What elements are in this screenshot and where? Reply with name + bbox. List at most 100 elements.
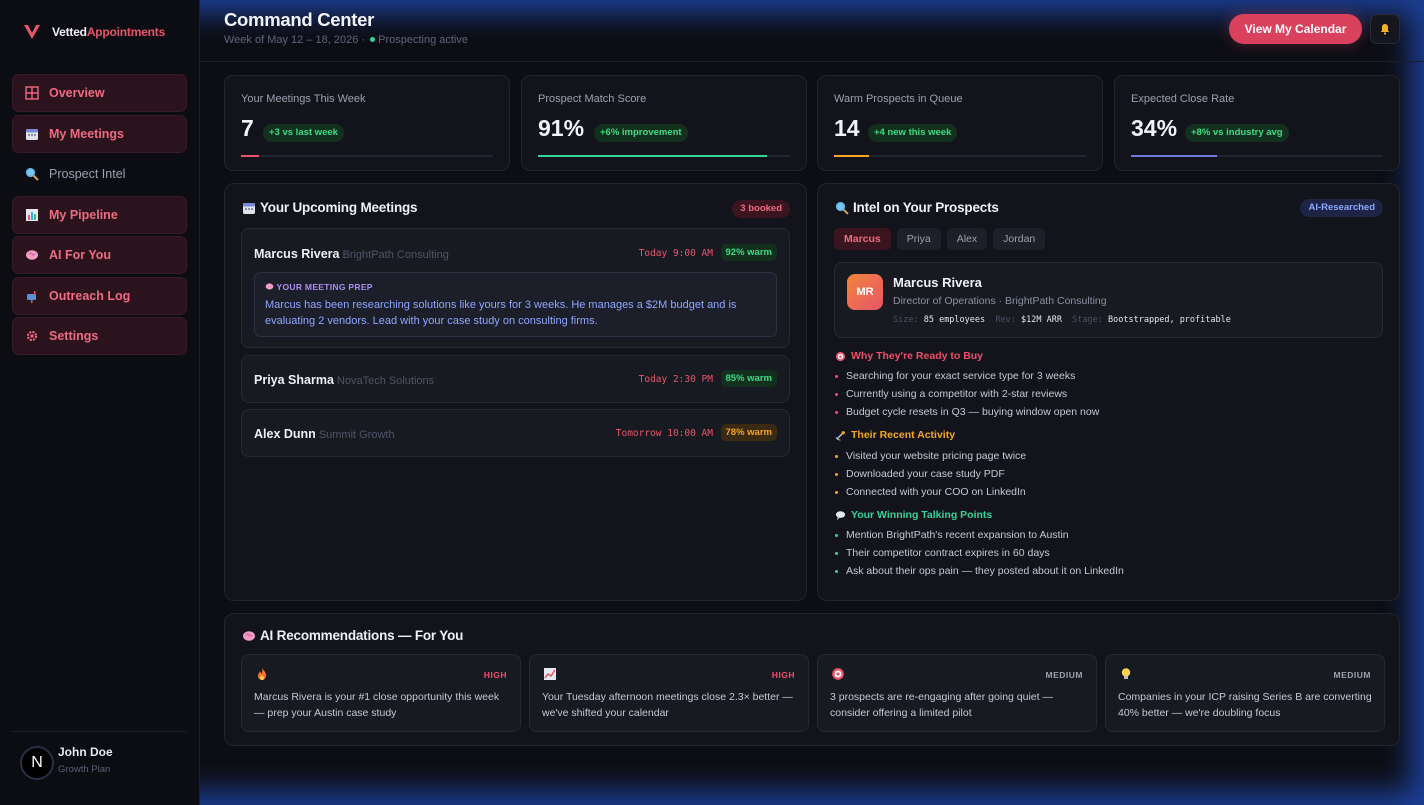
trend-chart-icon	[544, 668, 556, 680]
page-title: Command Center	[224, 9, 374, 30]
meeting-time: Today 9:00 AM	[638, 248, 713, 259]
user-profile[interactable]: N John Doe Growth Plan	[12, 731, 187, 805]
prospect-avatar: MR	[847, 274, 883, 310]
magnifier-icon	[25, 167, 39, 181]
sidebar-item-pipeline[interactable]: My Pipeline	[12, 195, 187, 234]
stat-badge: +6% improvement	[594, 124, 688, 142]
grid-icon	[25, 86, 39, 100]
sidebar: VettedAppointments Overview My Meetings …	[0, 0, 200, 805]
prospect-tabs: Marcus Priya Alex Jordan	[834, 228, 1046, 250]
stat-badge: +8% vs industry avg	[1185, 124, 1289, 142]
recommendation-text: 3 prospects are re-engaging after going …	[830, 691, 1053, 719]
panel-title-text: AI Recommendations — For You	[260, 628, 464, 643]
prospect-profile-card: MR Marcus Rivera Director of Operations …	[834, 262, 1383, 338]
meeting-card[interactable]: Marcus Rivera BrightPath Consulting Today…	[241, 228, 790, 348]
panel-title: Intel on Your Prospects	[835, 200, 999, 215]
prospect-name: Marcus Rivera	[893, 275, 982, 290]
tab-priya[interactable]: Priya	[896, 228, 941, 250]
recommendation-card[interactable]: HIGH Marcus Rivera is your #1 close oppo…	[241, 654, 521, 732]
sidebar-item-outreach[interactable]: Outreach Log	[12, 276, 187, 315]
ready-to-buy-list: Searching for your exact service type fo…	[835, 367, 1099, 421]
recommendation-card[interactable]: HIGH Your Tuesday afternoon meetings clo…	[529, 654, 809, 732]
sidebar-item-label: Overview	[49, 86, 105, 100]
stat-value: 7	[241, 115, 254, 141]
meeting-time: Tomorrow 10:00 AM	[615, 428, 713, 439]
panel-title: AI Recommendations — For You	[242, 628, 463, 643]
panel-title-text: Your Upcoming Meetings	[260, 200, 418, 215]
brain-icon	[26, 250, 38, 260]
prep-label: YOUR MEETING PREP	[265, 282, 373, 292]
sidebar-item-ai[interactable]: AI For You	[12, 236, 187, 274]
booked-count-badge: 3 booked	[732, 200, 790, 218]
speech-bubble-icon	[835, 510, 846, 520]
recent-activity-list: Visited your website pricing page twice …	[835, 447, 1026, 501]
section-talking-points: Your Winning Talking Points	[835, 509, 992, 521]
user-plan: Growth Plan	[58, 764, 111, 775]
mailbox-icon	[27, 290, 36, 303]
list-item: Downloaded your case study PDF	[835, 465, 1026, 483]
meeting-attendee: Alex Dunn Summit Growth	[254, 427, 395, 441]
stat-progress-fill	[1131, 155, 1217, 157]
tab-marcus[interactable]: Marcus	[834, 228, 891, 250]
bell-icon	[1380, 24, 1390, 35]
view-calendar-button[interactable]: View My Calendar	[1229, 14, 1362, 44]
prep-text: Marcus has been researching solutions li…	[265, 299, 737, 327]
sidebar-item-label: Outreach Log	[49, 288, 131, 303]
status-text: Prospecting active	[378, 34, 468, 46]
calendar-icon	[243, 202, 255, 214]
notifications-button[interactable]	[1370, 14, 1400, 44]
sidebar-item-settings[interactable]: Settings	[12, 317, 187, 355]
sidebar-item-prospect-intel[interactable]: Prospect Intel	[12, 155, 187, 193]
stat-progress-fill	[241, 155, 259, 157]
sidebar-item-label: Prospect Intel	[49, 167, 126, 181]
recommendation-text: Marcus Rivera is your #1 close opportuni…	[254, 691, 500, 719]
user-name: John Doe	[58, 745, 113, 759]
stat-badge: +4 new this week	[868, 124, 958, 142]
meeting-card[interactable]: Alex Dunn Summit Growth Tomorrow 10:00 AM…	[241, 409, 790, 457]
priority-label: HIGH	[483, 670, 507, 680]
priority-label: MEDIUM	[1333, 670, 1371, 680]
warmth-badge: 92% warm	[720, 244, 777, 261]
meeting-attendee: Marcus Rivera BrightPath Consulting	[254, 247, 449, 261]
brand-logo[interactable]: VettedAppointments	[22, 22, 165, 42]
fire-icon	[258, 668, 267, 680]
stat-value: 14	[834, 115, 860, 141]
magnifier-icon	[835, 201, 849, 215]
prospect-intel-panel: Intel on Your Prospects AI-Researched Ma…	[817, 183, 1400, 601]
sidebar-item-label: My Meetings	[49, 126, 125, 141]
meeting-card[interactable]: Priya Sharma NovaTech Solutions Today 2:3…	[241, 355, 790, 403]
sidebar-item-label: AI For You	[49, 248, 112, 262]
sidebar-item-meetings[interactable]: My Meetings	[12, 114, 187, 153]
brand-name: VettedAppointments	[52, 25, 166, 39]
prospect-role: Director of Operations · BrightPath Cons…	[893, 295, 1107, 307]
stat-label: Your Meetings This Week	[241, 93, 366, 105]
gear-icon	[26, 330, 38, 342]
recommendation-card[interactable]: MEDIUM 3 prospects are re-engaging after…	[817, 654, 1097, 732]
recommendation-text: Companies in your ICP raising Series B a…	[1118, 691, 1372, 719]
list-item: Their competitor contract expires in 60 …	[835, 544, 1124, 562]
stat-card-match-score: Prospect Match Score 91% +6% improvement	[521, 75, 807, 171]
meeting-attendee: Priya Sharma NovaTech Solutions	[254, 373, 435, 387]
status-dot-icon	[370, 37, 376, 42]
ai-researched-badge: AI-Researched	[1300, 199, 1383, 217]
page-subtitle: Week of May 12 – 18, 2026 · Prospecting …	[224, 34, 468, 46]
tab-jordan[interactable]: Jordan	[993, 228, 1046, 250]
tab-alex[interactable]: Alex	[946, 228, 988, 250]
stat-value: 34%	[1131, 115, 1178, 141]
stat-card-meetings: Your Meetings This Week 7 +3 vs last wee…	[224, 75, 510, 171]
list-item: Connected with your COO on LinkedIn	[835, 483, 1026, 501]
sidebar-item-overview[interactable]: Overview	[12, 74, 187, 112]
lightbulb-icon	[1121, 668, 1131, 679]
section-ready-to-buy: Why They're Ready to Buy	[835, 350, 983, 362]
stat-progress-fill	[834, 155, 870, 157]
stat-badge: +3 vs last week	[263, 124, 344, 142]
sidebar-nav: Overview My Meetings Prospect Intel My P…	[12, 74, 187, 358]
sidebar-item-label: My Pipeline	[49, 207, 118, 222]
meeting-time: Today 2:30 PM	[638, 374, 713, 385]
recommendation-card[interactable]: MEDIUM Companies in your ICP raising Ser…	[1105, 654, 1385, 732]
warmth-badge: 85% warm	[720, 370, 777, 387]
week-range: Week of May 12 – 18, 2026 ·	[224, 34, 366, 46]
stat-value: 91%	[538, 115, 585, 141]
meeting-prep-box: YOUR MEETING PREP Marcus has been resear…	[254, 272, 777, 337]
bar-chart-icon	[26, 208, 38, 221]
